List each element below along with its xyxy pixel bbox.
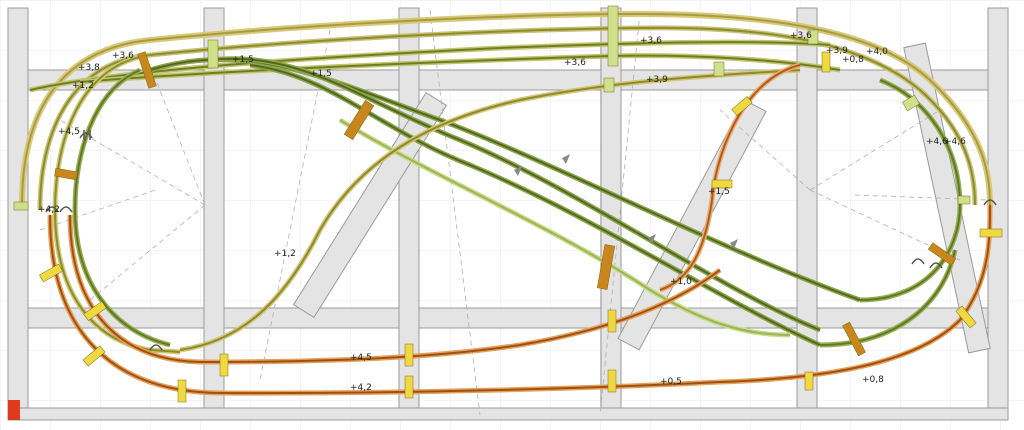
pier-marker: [804, 371, 814, 391]
pier-marker: [13, 201, 29, 211]
height-label: +3,6: [790, 31, 812, 41]
height-label: +3,6: [640, 36, 662, 46]
height-label: +1,5: [310, 69, 332, 79]
height-label: +3,9: [646, 75, 668, 85]
benchwork-left-leg: [7, 7, 29, 415]
track-plan-canvas[interactable]: +3,6 +3,6 +3,6 +3,9 +3,6 +3,9 +4,0 +0,8 …: [0, 0, 1024, 430]
height-label: +4,2: [38, 205, 60, 215]
height-label: +1,5: [232, 55, 254, 65]
pier-marker: [607, 369, 617, 393]
pier-marker: [713, 61, 725, 77]
height-label: +0,5: [660, 377, 682, 387]
pier-marker: [404, 375, 414, 399]
pier-marker: [607, 5, 619, 67]
height-label: +3,6: [564, 58, 586, 68]
height-label: +0,8: [842, 55, 864, 65]
pier-marker: [207, 39, 219, 69]
height-label: +1,2: [274, 249, 296, 259]
benchwork-post-3: [600, 7, 622, 409]
height-label: +3,8: [78, 63, 100, 73]
height-label: +3,6: [112, 51, 134, 61]
pier-marker: [607, 309, 617, 333]
height-label: +1,2: [72, 81, 94, 91]
benchwork-bottom-rail: [7, 407, 1009, 421]
height-label: +4,6: [944, 137, 966, 147]
origin-marker: [8, 400, 20, 420]
height-label: +4,2: [350, 383, 372, 393]
pier-marker: [404, 343, 414, 367]
height-label: +4,0: [866, 47, 888, 57]
pier-marker: [219, 353, 229, 377]
height-label: +1,0: [670, 277, 692, 287]
pier-marker: [177, 379, 187, 403]
height-label: +1,5: [708, 187, 730, 197]
pier-marker: [979, 228, 1003, 238]
pier-marker: [957, 195, 971, 205]
height-label: +4,5: [58, 127, 80, 137]
pier-marker: [603, 77, 615, 93]
height-label: +4,5: [350, 353, 372, 363]
height-label: +0,8: [862, 375, 884, 385]
